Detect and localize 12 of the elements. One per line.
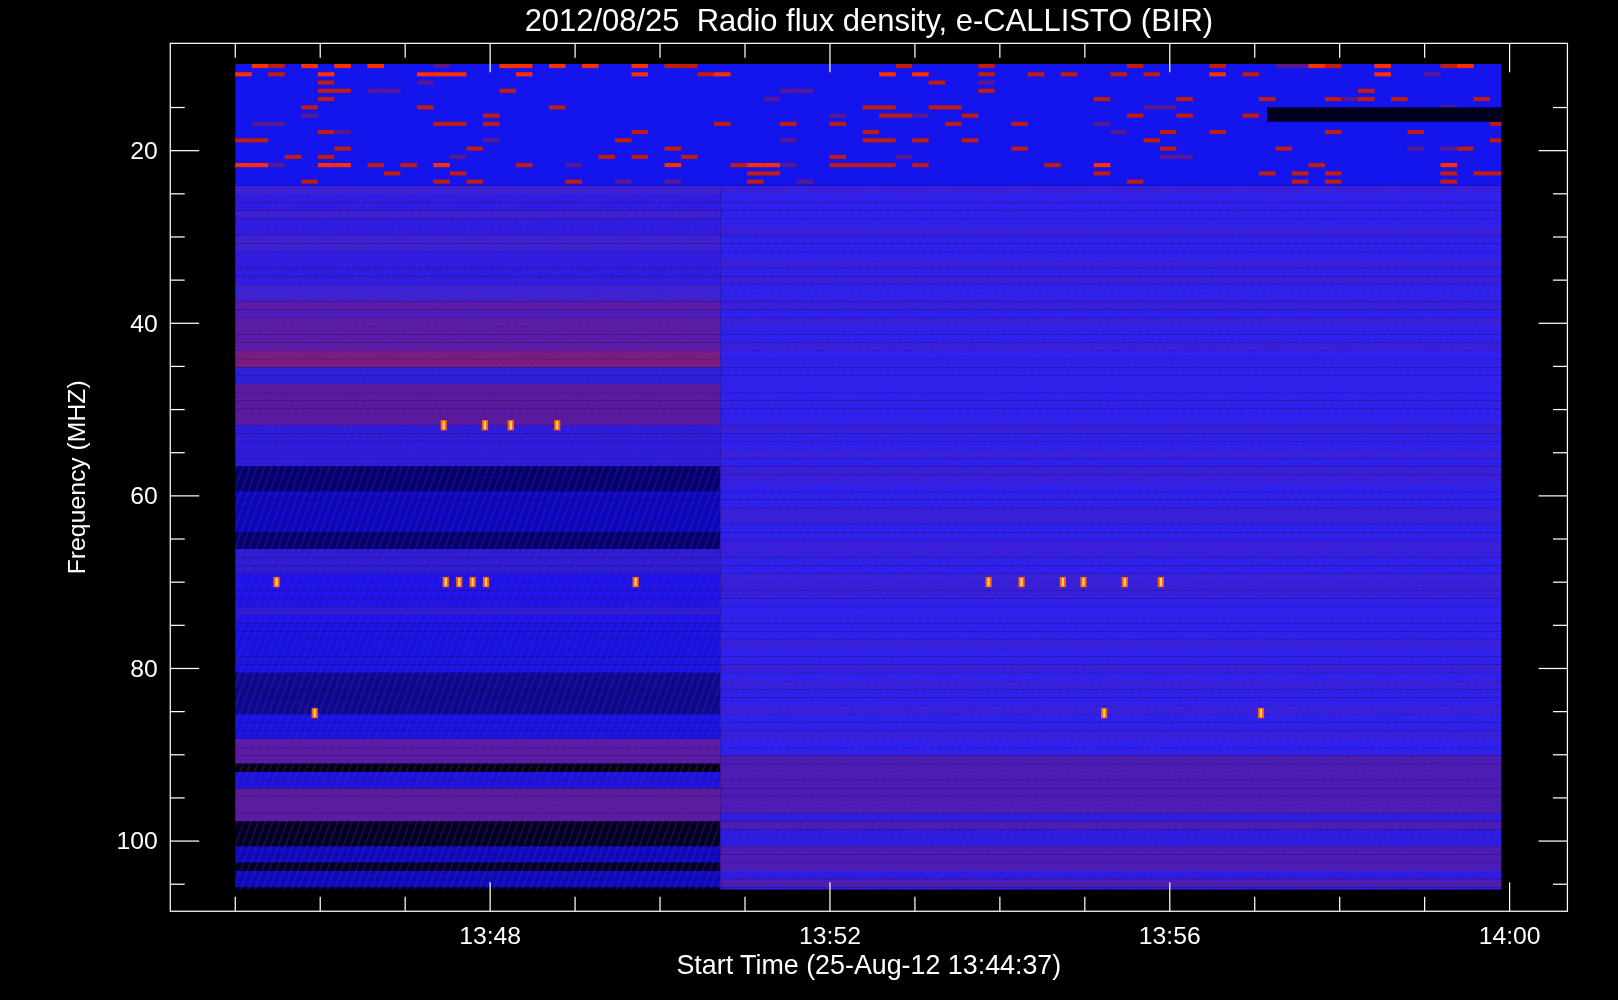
tick-label: 80 <box>130 654 158 682</box>
tick-label: 13:52 <box>799 922 861 950</box>
tick-label: 13:56 <box>1138 922 1201 950</box>
tick-label: 20 <box>130 136 158 164</box>
axis-label: Start Time (25-Aug-12 13:44:37) <box>676 950 1062 981</box>
axis-label: Frequency (MHZ) <box>62 380 90 575</box>
tick-label: 14:00 <box>1478 922 1541 950</box>
chart-title: 2012/08/25 Radio flux density, e-CALLISTO (BIR) <box>524 2 1214 38</box>
tick-label: 13:48 <box>459 922 522 950</box>
tick-label: 100 <box>116 827 158 855</box>
tick-label: 40 <box>130 309 158 337</box>
tick-label: 60 <box>130 482 158 510</box>
